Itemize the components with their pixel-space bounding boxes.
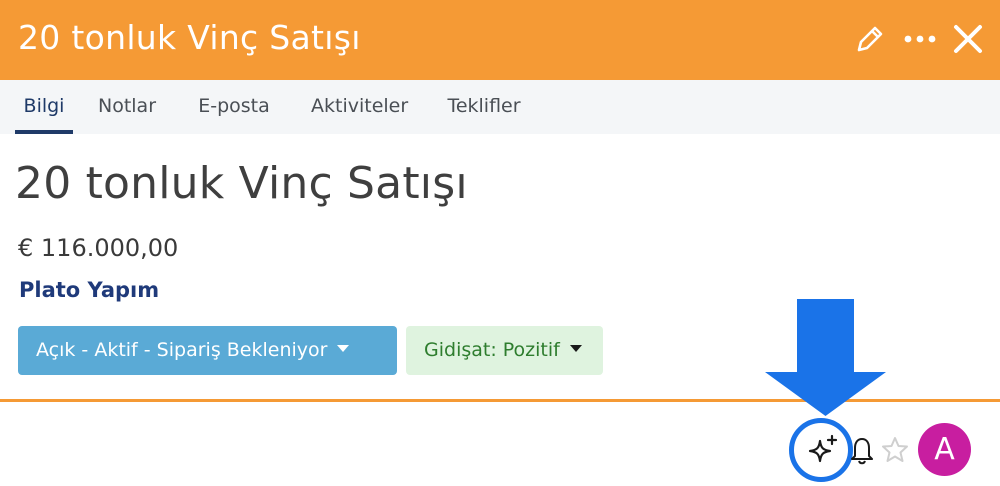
deal-title: 20 tonluk Vinç Satışı xyxy=(15,158,468,209)
avatar[interactable]: A xyxy=(918,423,971,476)
header-title: 20 tonluk Vinç Satışı xyxy=(18,18,361,57)
trend-dropdown[interactable]: Gidişat: Pozitif xyxy=(406,326,603,375)
trend-label: Gidişat: Pozitif xyxy=(424,339,560,361)
pencil-icon[interactable] xyxy=(853,22,887,56)
caret-down-icon xyxy=(569,345,582,352)
record-header: 20 tonluk Vinç Satışı xyxy=(0,0,1000,80)
tab-notlar[interactable]: Notlar xyxy=(95,80,159,134)
tab-bar: Bilgi Notlar E-posta Aktiviteler Teklifl… xyxy=(0,80,1000,134)
caret-down-icon xyxy=(337,345,350,352)
status-dropdown[interactable]: Açık - Aktif - Sipariş Bekleniyor xyxy=(18,326,397,375)
company-link[interactable]: Plato Yapım xyxy=(19,278,159,302)
more-icon[interactable] xyxy=(902,26,938,52)
bell-icon[interactable] xyxy=(851,434,873,466)
close-icon[interactable] xyxy=(950,21,986,57)
tab-teklifler[interactable]: Teklifler xyxy=(446,80,522,134)
tab-bilgi[interactable]: Bilgi xyxy=(15,80,73,134)
status-label: Açık - Aktif - Sipariş Bekleniyor xyxy=(36,339,328,361)
ai-sparkle-icon[interactable] xyxy=(808,434,840,466)
tab-aktiviteler[interactable]: Aktiviteler xyxy=(311,80,408,134)
star-icon[interactable] xyxy=(881,436,909,464)
tab-e-posta[interactable]: E-posta xyxy=(198,80,270,134)
deal-amount: € 116.000,00 xyxy=(18,234,179,262)
arrow-down-icon xyxy=(765,299,886,416)
